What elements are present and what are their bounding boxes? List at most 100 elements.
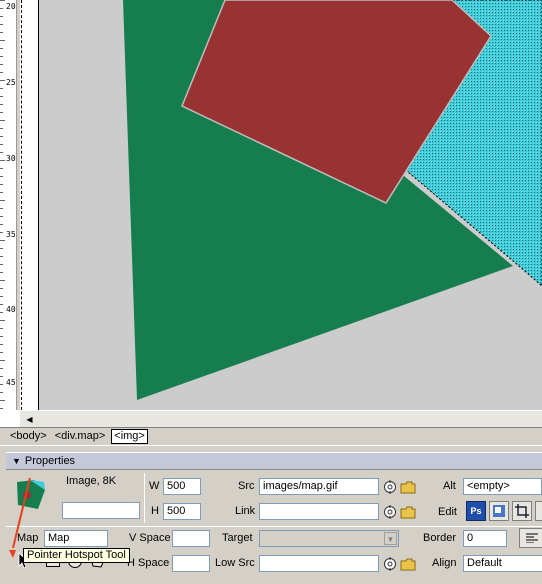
alt-label: Alt	[443, 480, 456, 492]
tag-body[interactable]: <body>	[8, 430, 49, 443]
crop-button[interactable]	[512, 501, 532, 521]
h-label: H	[151, 505, 159, 517]
align-select[interactable]: Default	[463, 555, 542, 572]
tooltip: Pointer Hotspot Tool	[23, 548, 130, 563]
align-left-button[interactable]	[519, 528, 542, 548]
lowsrc-label: Low Src	[215, 557, 255, 569]
ruler-tick	[0, 144, 3, 145]
hspace-label: H Space	[127, 557, 170, 569]
photoshop-edit-button[interactable]: Ps	[466, 501, 486, 521]
border-field[interactable]: 0	[463, 530, 507, 547]
image-name-field[interactable]	[62, 502, 140, 519]
properties-panel: Image, 8K W 500 H 500 Src images/map.gif…	[6, 470, 542, 584]
ruler-tick	[0, 8, 3, 9]
alt-field[interactable]: <empty>	[463, 478, 542, 495]
ruler-tick	[0, 32, 3, 33]
align-label: Align	[432, 557, 457, 569]
ruler-tick	[0, 216, 3, 217]
annotation-arrow-icon	[9, 477, 31, 558]
browse-folder-icon[interactable]	[400, 479, 416, 495]
ruler-tick	[0, 48, 3, 49]
ruler-tick	[0, 136, 3, 137]
ruler-tick	[0, 376, 3, 377]
ruler-label: 200	[6, 2, 16, 11]
ruler-tick	[0, 208, 3, 209]
ruler-tick	[0, 168, 3, 169]
ruler-tick	[0, 408, 3, 409]
tag-img[interactable]: <img>	[111, 429, 148, 444]
src-field[interactable]: images/map.gif	[259, 478, 379, 495]
ruler-tick	[0, 240, 5, 241]
target-select[interactable]	[259, 530, 399, 547]
ruler-tick	[0, 88, 3, 89]
ruler-tick	[0, 184, 3, 185]
resample-button[interactable]	[535, 501, 542, 521]
ruler-tick	[0, 312, 3, 313]
ruler-tick	[0, 248, 3, 249]
link-field[interactable]	[259, 503, 379, 520]
divider	[6, 526, 542, 527]
point-to-file-icon[interactable]	[382, 556, 398, 572]
ruler-tick	[0, 304, 3, 305]
ruler-tick	[0, 272, 3, 273]
ruler-tick	[0, 120, 5, 121]
ruler-tick	[0, 400, 5, 401]
ruler-label: 250	[6, 78, 16, 87]
image-map-graphic[interactable]	[39, 0, 542, 410]
image-info: Image, 8K	[66, 475, 117, 487]
ruler-tick	[0, 96, 3, 97]
ruler-tick	[0, 176, 3, 177]
horizontal-scrollbar[interactable]: ◀	[20, 410, 542, 427]
ruler-tick	[0, 72, 3, 73]
ruler-tick	[0, 320, 5, 321]
tag-selector: <body> <div.map> <img>	[0, 427, 542, 445]
ruler-tick	[0, 392, 3, 393]
ruler-tick	[0, 344, 3, 345]
ruler-tick	[0, 288, 3, 289]
properties-header[interactable]: ▼ Properties	[6, 452, 542, 470]
ruler-tick	[0, 200, 5, 201]
design-view[interactable]: 200 250 300 350 400 450 ◀	[0, 0, 542, 427]
lowsrc-field[interactable]	[259, 555, 379, 572]
point-to-file-icon[interactable]	[382, 504, 398, 520]
collapse-triangle-icon[interactable]: ▼	[12, 456, 21, 466]
border-label: Border	[423, 532, 457, 544]
ruler-tick	[0, 128, 3, 129]
optimize-image-button[interactable]	[489, 501, 509, 521]
ruler-tick	[0, 232, 3, 233]
link-label: Link	[235, 505, 256, 517]
w-label: W	[149, 480, 160, 492]
ruler-tick	[0, 104, 3, 105]
ruler-tick	[0, 192, 3, 193]
scroll-left-arrow-icon[interactable]: ◀	[24, 414, 35, 425]
ruler-tick	[0, 112, 3, 113]
edit-label: Edit	[438, 506, 457, 518]
hspace-field[interactable]	[172, 555, 210, 572]
height-field[interactable]: 500	[163, 503, 201, 520]
ruler-tick	[0, 56, 3, 57]
ruler-tick	[0, 224, 3, 225]
ruler-tick	[0, 328, 3, 329]
browse-folder-icon[interactable]	[400, 556, 416, 572]
target-label: Target	[222, 532, 253, 544]
ruler-label: 300	[6, 154, 16, 163]
point-to-file-icon[interactable]	[382, 479, 398, 495]
target-dropdown-arrow-icon[interactable]: ▼	[384, 532, 397, 545]
ruler-tick	[0, 296, 3, 297]
browse-folder-icon[interactable]	[400, 504, 416, 520]
tag-div-map[interactable]: <div.map>	[53, 430, 108, 443]
ruler-tick	[0, 280, 5, 281]
ruler-label: 400	[6, 305, 16, 314]
ruler-tick	[0, 256, 3, 257]
ruler-tick	[0, 264, 3, 265]
ruler-tick	[0, 352, 3, 353]
guide-line	[21, 0, 22, 410]
vspace-field[interactable]	[172, 530, 210, 547]
vspace-label: V Space	[129, 532, 171, 544]
properties-title: Properties	[24, 455, 76, 467]
ruler-tick	[0, 64, 3, 65]
ruler-tick	[0, 160, 5, 161]
ruler-tick	[0, 80, 5, 81]
vertical-ruler: 200 250 300 350 400 450	[0, 0, 17, 410]
width-field[interactable]: 500	[163, 478, 201, 495]
